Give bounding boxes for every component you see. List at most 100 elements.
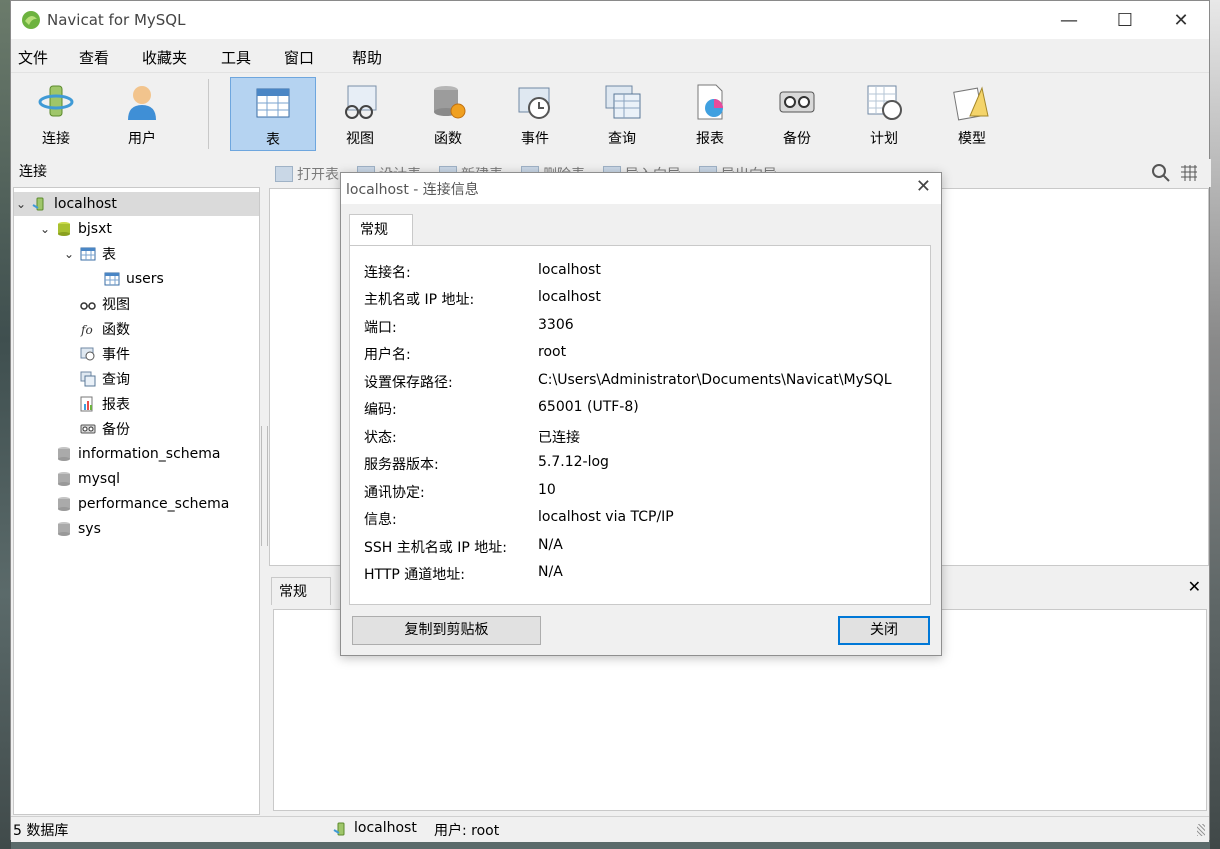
info-label: HTTP 通道地址: (364, 567, 465, 583)
close-detail-pane-button[interactable]: ✕ (1188, 577, 1201, 596)
query-label: 查询 (608, 131, 636, 147)
minimize-button[interactable]: — (1041, 1, 1097, 39)
dialog-close-icon[interactable]: ✕ (916, 176, 931, 197)
backup-icon (80, 424, 96, 434)
open-table-icon (275, 166, 293, 182)
database-icon (58, 447, 70, 461)
info-row: 通讯协定: 10 (364, 482, 924, 502)
menu-file[interactable]: 文件 (18, 47, 48, 68)
tree-node-queries[interactable]: 查询 (76, 367, 130, 391)
info-value: localhost (538, 289, 601, 305)
tree-node-backups[interactable]: 备份 (76, 417, 130, 441)
table-button[interactable]: 表 (230, 77, 316, 151)
table-group-icon (80, 247, 96, 261)
open-table-button[interactable]: 打开表 (275, 164, 339, 184)
info-value: 5.7.12-log (538, 454, 609, 470)
info-row: 服务器版本: 5.7.12-log (364, 454, 924, 474)
tree-node-events[interactable]: 事件 (76, 342, 130, 366)
user-label: 用户 (128, 131, 156, 147)
glasses-icon (80, 302, 96, 310)
close-dialog-button[interactable]: 关闭 (838, 616, 930, 645)
info-label: 状态: (364, 430, 397, 446)
view-button[interactable]: 视图 (317, 77, 403, 151)
info-row: 主机名或 IP 地址: localhost (364, 289, 924, 309)
tree-node-views[interactable]: 视图 (76, 292, 130, 316)
dialog-tab-general[interactable]: 常规 (349, 214, 413, 246)
tree-label-bjsxt: bjsxt (78, 221, 112, 237)
connection-tree: ⌄ localhost ⌄ bjsxt ⌄ 表 users 视图 fo 函数 事… (13, 187, 260, 815)
menu-bar: 文件 查看 收藏夹 工具 窗口 帮助 (11, 40, 1209, 73)
tree-node-users[interactable]: users (100, 267, 164, 291)
tree-node-tables[interactable]: ⌄ 表 (62, 242, 116, 266)
grid-view-icon[interactable] (1179, 163, 1199, 183)
maximize-button[interactable]: ☐ (1097, 1, 1153, 39)
tree-label-queries: 查询 (102, 372, 130, 388)
menu-favorites[interactable]: 收藏夹 (142, 47, 187, 68)
tree-node-localhost[interactable]: ⌄ localhost (14, 192, 259, 216)
dialog-info-panel: 连接名: localhost 主机名或 IP 地址: localhost 端口: 33… (349, 245, 931, 605)
function-label: 函数 (434, 131, 462, 147)
view-label: 视图 (346, 131, 374, 147)
splitter-handle[interactable] (261, 426, 268, 546)
menu-window[interactable]: 窗口 (284, 47, 314, 68)
report-button[interactable]: 报表 (667, 77, 753, 151)
model-label: 模型 (958, 131, 986, 147)
tree-node-bjsxt[interactable]: ⌄ bjsxt (38, 217, 112, 241)
connection-icon (32, 197, 44, 211)
backup-button[interactable]: 备份 (754, 77, 840, 151)
event-button[interactable]: 事件 (492, 77, 578, 151)
tree-node-information-schema[interactable]: information_schema (52, 442, 221, 466)
schedule-button[interactable]: 计划 (841, 77, 927, 151)
query-button[interactable]: 查询 (579, 77, 665, 151)
tab-general[interactable]: 常规 (271, 577, 331, 605)
tree-label-sys: sys (78, 521, 101, 537)
tree-label-performance-schema: performance_schema (78, 496, 230, 512)
search-icon[interactable] (1151, 163, 1171, 183)
event-icon (518, 87, 550, 119)
user-icon (128, 86, 156, 120)
database-count: 5 数据库 (13, 823, 69, 839)
menu-help[interactable]: 帮助 (352, 47, 382, 68)
main-toolbar: 连接 用户 表 视图 函数 事件 查询 报表 备份 计划 模型 (11, 73, 1209, 155)
tree-label-functions: 函数 (102, 322, 130, 338)
tree-label-tables: 表 (102, 247, 116, 263)
info-value: localhost via TCP/IP (538, 509, 674, 525)
report-label: 报表 (696, 131, 724, 147)
function-button[interactable]: 函数 (405, 77, 491, 151)
tree-node-performance-schema[interactable]: performance_schema (52, 492, 229, 516)
chevron-down-icon[interactable]: ⌄ (14, 197, 28, 211)
resize-grip[interactable] (1197, 824, 1205, 836)
info-label: 设置保存路径: (364, 375, 453, 391)
tree-label-events: 事件 (102, 347, 130, 363)
tree-label-mysql: mysql (78, 471, 120, 487)
menu-view[interactable]: 查看 (79, 47, 109, 68)
chevron-down-icon[interactable]: ⌄ (38, 222, 52, 236)
info-value: N/A (538, 564, 563, 580)
info-label: 端口: (364, 320, 397, 336)
info-row: 信息: localhost via TCP/IP (364, 509, 924, 529)
connect-button[interactable]: 连接 (13, 77, 99, 151)
event-icon (80, 347, 95, 361)
chevron-down-icon[interactable]: ⌄ (62, 247, 76, 261)
query-icon (80, 371, 96, 387)
tree-node-reports[interactable]: 报表 (76, 392, 130, 416)
info-row: HTTP 通道地址: N/A (364, 564, 924, 584)
user-button[interactable]: 用户 (99, 77, 185, 151)
connect-icon (38, 85, 74, 117)
dialog-title: localhost - 连接信息 (346, 182, 479, 198)
toolbar-separator (208, 79, 209, 149)
view-icon (345, 85, 377, 119)
tree-node-mysql[interactable]: mysql (52, 467, 120, 491)
copy-to-clipboard-button[interactable]: 复制到剪贴板 (352, 616, 541, 645)
info-label: 编码: (364, 402, 397, 418)
menu-tools[interactable]: 工具 (221, 47, 251, 68)
tree-node-sys[interactable]: sys (52, 517, 101, 541)
svg-text:fo: fo (80, 323, 93, 337)
database-icon (58, 222, 70, 236)
close-window-button[interactable]: ✕ (1153, 1, 1209, 39)
event-label: 事件 (521, 131, 549, 147)
tree-node-functions[interactable]: fo 函数 (76, 317, 130, 341)
status-bar: 5 数据库 localhost 用户: root (11, 816, 1209, 842)
status-connection: localhost (354, 820, 417, 836)
model-button[interactable]: 模型 (929, 77, 1015, 151)
